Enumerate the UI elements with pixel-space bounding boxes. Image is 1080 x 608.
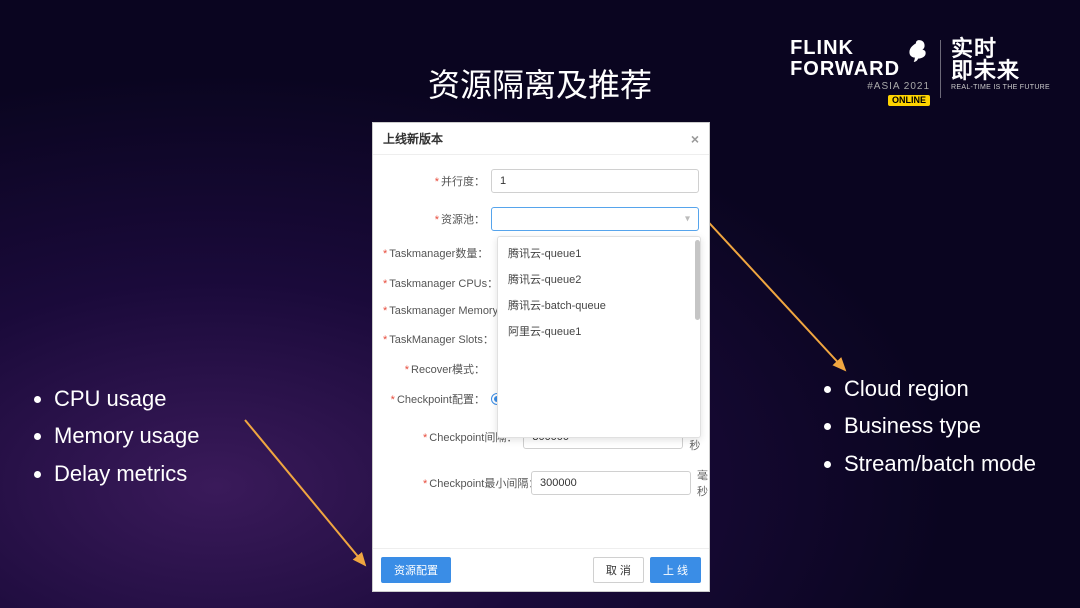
dialog-footer: 资源配置 取 消 上 线 <box>373 548 709 591</box>
close-icon[interactable]: × <box>691 131 699 147</box>
resource-pool-dropdown: 腾讯云-queue1 腾讯云-queue2 腾讯云-batch-queue 阿里… <box>497 236 701 438</box>
brand-subtitle: REAL-TIME IS THE FUTURE <box>951 84 1050 91</box>
chevron-down-icon: ▾ <box>685 214 690 225</box>
arrow-left-icon <box>240 415 380 575</box>
label-tm-cpus: Taskmanager CPUs： <box>389 278 498 290</box>
brand-logo: FLINK FORWARD #ASIA 2021 ONLINE 实时 即未来 R… <box>790 38 1050 106</box>
brand-line2: FORWARD <box>790 59 900 80</box>
label-tm-memory: Taskmanager Memory <box>389 305 498 317</box>
slide-title: 资源隔离及推荐 <box>428 60 652 106</box>
dropdown-option[interactable]: 阿里云-queue1 <box>498 318 700 344</box>
brand-online-badge: ONLINE <box>888 95 930 106</box>
label-resource-pool: 资源池： <box>441 214 485 226</box>
dropdown-scrollbar[interactable] <box>695 240 700 320</box>
submit-button[interactable]: 上 线 <box>650 557 701 583</box>
unit-ms: 毫秒 <box>697 467 708 499</box>
dialog-body: *并行度： *资源池： ▾ *Taskmanager数量： *Taskmanag… <box>373 155 709 548</box>
dialog-title: 上线新版本 <box>383 130 443 147</box>
cancel-button[interactable]: 取 消 <box>593 557 644 583</box>
dropdown-option[interactable]: 腾讯云-queue2 <box>498 266 700 292</box>
label-checkpoint-min-interval: Checkpoint最小间隔： <box>429 478 539 490</box>
checkpoint-min-interval-input[interactable] <box>531 471 691 495</box>
brand-line1: FLINK <box>790 38 900 59</box>
dropdown-option[interactable]: 腾讯云-queue1 <box>498 240 700 266</box>
dialog-header: 上线新版本 × <box>373 123 709 155</box>
right-bullets: Cloud region Business type Stream/batch … <box>820 370 1050 482</box>
label-tm-slots: TaskManager Slots： <box>389 334 494 346</box>
left-bullet-item: CPU usage <box>54 380 200 417</box>
brand-cn1: 实时 <box>951 38 997 60</box>
right-bullet-item: Business type <box>844 407 1050 444</box>
brand-cn2: 即未来 <box>951 60 1020 82</box>
brand-asia: #ASIA 2021 <box>867 82 930 93</box>
publish-dialog: 上线新版本 × *并行度： *资源池： ▾ *Taskmanager数量： *T… <box>372 122 710 592</box>
left-bullet-item: Memory usage <box>54 417 200 454</box>
resource-pool-select[interactable]: ▾ <box>491 207 699 231</box>
parallelism-input[interactable] <box>491 169 699 193</box>
left-bullets: CPU usage Memory usage Delay metrics <box>30 380 200 492</box>
left-bullet-item: Delay metrics <box>54 455 200 492</box>
label-parallelism: 并行度： <box>441 176 485 188</box>
right-bullet-item: Stream/batch mode <box>844 445 1050 482</box>
squirrel-icon <box>904 38 930 64</box>
label-recover-mode: Recover模式： <box>411 364 485 376</box>
right-bullet-item: Cloud region <box>844 370 1050 407</box>
label-checkpoint-config: Checkpoint配置： <box>397 394 485 406</box>
label-tm-count: Taskmanager数量： <box>389 248 488 260</box>
resource-config-button[interactable]: 资源配置 <box>381 557 451 583</box>
brand-divider <box>940 40 941 98</box>
dropdown-option[interactable]: 腾讯云-batch-queue <box>498 292 700 318</box>
